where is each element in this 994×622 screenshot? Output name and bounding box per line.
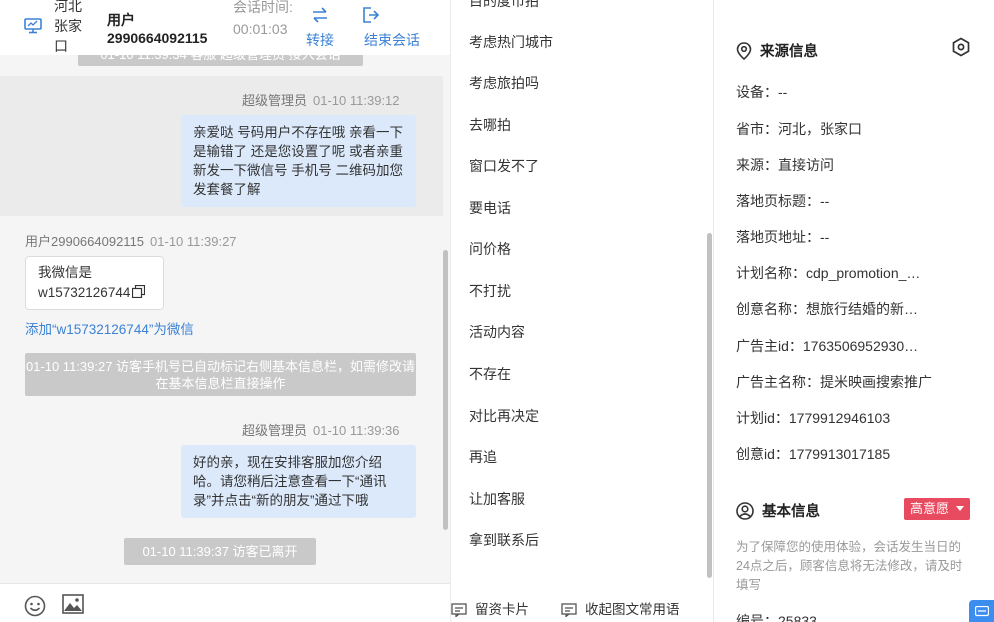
phrase-item[interactable]: 拿到联系后 [469,530,539,550]
system-message: 01-10 11:39:27 访客手机号已自动标记右侧基本信息栏，如需修改请在基… [25,353,416,396]
source-info-title: 来源信息 [736,40,818,61]
phrase-item[interactable]: 再追 [469,447,497,467]
info-source: 来源：直接访问 [736,157,834,173]
info-province-city: 省市：河北，张家口 [736,121,862,137]
phrase-item[interactable]: 问价格 [469,239,511,259]
chat-icon [975,606,989,617]
basic-info-notice: 为了保障您的使用体验，会话发生当日的24点之后，顾客信息将无法修改，请及时填写 [736,540,963,592]
info-plan-id: 计划id：1779912946103 [736,410,891,426]
system-message: 01-10 11:39:37 访客已离开 [124,538,316,565]
add-wechat-link[interactable]: 添加“w15732126744”为微信 [25,318,194,338]
info-landing-title: 落地页标题：-- [736,193,830,209]
phrase-item[interactable]: 目的度市拍 [469,0,539,11]
end-session-button[interactable]: 结束会话 [360,6,424,50]
settings-hexagon-icon[interactable] [951,37,971,60]
copy-icon[interactable] [132,284,146,299]
user-message-bubble: 我微信是w15732126744 [25,256,164,310]
floating-assist-button[interactable] [969,600,994,622]
info-plan-name: 计划名称：cdp_promotion_tiger_1779912946103 [736,265,922,281]
chat-scrollbar[interactable] [443,250,448,530]
end-session-label: 结束会话 [364,32,420,48]
phrase-item[interactable]: 考虑旅拍吗 [469,73,539,93]
phrase-item[interactable]: 考虑热门城市 [469,32,553,52]
admin-message-bubble: 亲爱哒 号码用户不存在哦 亲看一下是输错了 还是您设置了呢 或者亲重新发一下微信… [181,115,416,207]
info-advertiser-name: 广告主名称：提米映画搜索推广 [736,374,932,390]
phrases-scrollbar[interactable] [707,233,712,578]
info-advertiser-id: 广告主id：1763506952930826 [736,338,924,354]
caret-down-icon [955,506,964,511]
visitor-name: 用户2990664092115 [107,12,208,46]
exit-icon [363,7,380,23]
message-icon [561,603,577,618]
phrase-item[interactable]: 对比再决定 [469,406,539,426]
admin-message-bubble: 好的亲，现在安排客服加您介绍哈。请您稍后注意查看一下“通讯录”并点击“新的朋友”… [181,445,416,518]
phrase-item[interactable]: 让加客服 [469,489,525,509]
monitor-icon [24,18,42,34]
visitor-region: 河北张家口 [54,0,82,54]
session-duration: 会话时间: 00:01:03 [233,0,293,37]
message-meta: 超级管理员 01-10 11:39:36 [242,423,400,438]
message-meta: 超级管理员 01-10 11:39:12 [242,93,400,108]
image-icon[interactable] [62,594,84,617]
basic-info-title: 基本信息 [736,500,820,521]
visitor-info-panel: 来源信息 设备：-- 省市：河北，张家口 来源：直接访问 落地页标题：-- 落地… [714,0,994,622]
info-landing-url: 落地页地址：-- [736,229,830,245]
transfer-button[interactable]: 转接 [303,6,337,50]
phrase-item[interactable]: 窗口发不了 [469,156,539,176]
phrase-item[interactable]: 去哪拍 [469,115,511,135]
emoji-icon[interactable] [24,595,46,620]
phrases-toolbar: 留资卡片 收起图文常用语 [451,583,713,622]
chat-header: 河北张家口 用户2990664092115 会话时间: 00:01:03 转接 … [0,0,450,55]
info-device: 设备：-- [736,84,788,100]
transfer-label: 转接 [306,32,334,48]
intent-level-dropdown[interactable]: 高意愿 [904,498,970,520]
common-phrases-panel: 目的度市拍 考虑热门城市 考虑旅拍吗 去哪拍 窗口发不了 要电话 问价格 不打扰… [450,0,714,622]
phrase-item[interactable]: 要电话 [469,198,511,218]
chat-panel: 01-10 11:39:34 客服 超级管理员 接入会话 河北张家口 用户299… [0,0,450,622]
collapse-phrases-button[interactable]: 收起图文常用语 [561,598,680,618]
info-number: 编号：25833 [736,613,817,622]
lead-card-button[interactable]: 留资卡片 [451,598,529,618]
phrase-item[interactable]: 不存在 [469,364,511,384]
phrase-item[interactable]: 不打扰 [469,281,511,301]
user-circle-icon [736,502,754,520]
chat-toolbar [0,583,450,622]
location-pin-icon [736,42,752,61]
message-meta: 用户2990664092115 01-10 11:39:27 [25,234,237,249]
transfer-icon [313,7,327,23]
info-creative-name: 创意名称：想旅行结婚的新人看过来 [736,301,918,317]
info-creative-id: 创意id：1779913017185 [736,446,891,462]
phrase-item[interactable]: 活动内容 [469,322,525,342]
card-icon [451,603,467,618]
